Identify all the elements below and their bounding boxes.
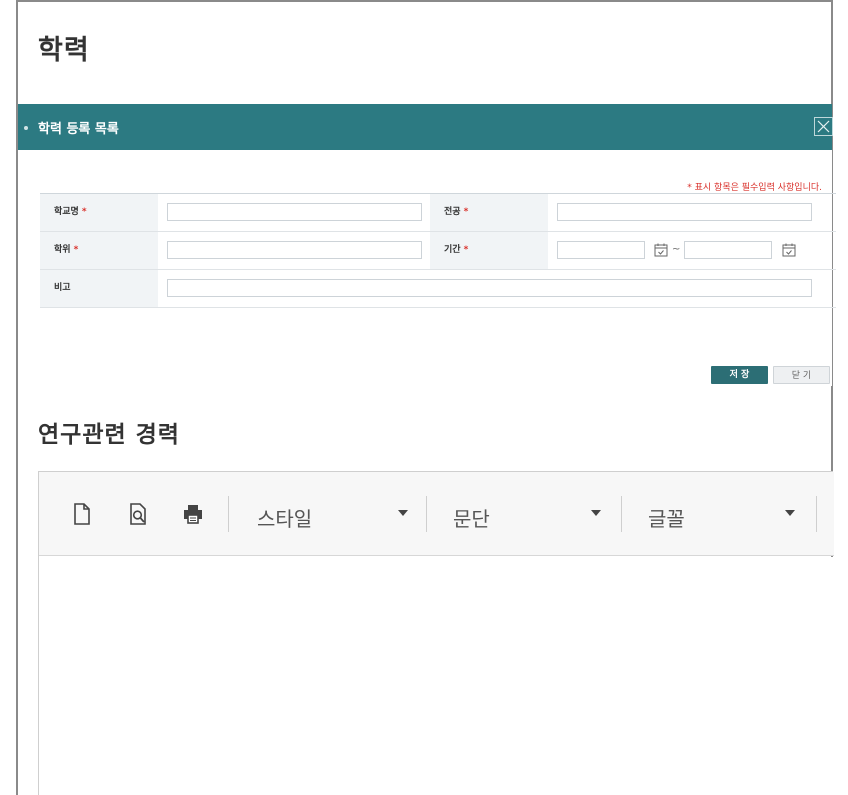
font-dropdown[interactable]: 글꼴 xyxy=(648,503,685,532)
toolbar-separator xyxy=(621,496,622,532)
period-label: 기간 * xyxy=(430,232,548,269)
paragraph-dropdown[interactable]: 문단 xyxy=(453,503,490,532)
bullet-icon xyxy=(24,126,28,130)
required-mark: * xyxy=(463,207,469,217)
close-button[interactable]: 닫 기 xyxy=(773,366,830,384)
rich-text-editor: 스타일 문단 글꼴 xyxy=(38,471,834,795)
school-label-text: 학교명 xyxy=(54,207,79,217)
remarks-label: 비고 xyxy=(40,270,158,307)
remarks-label-text: 비고 xyxy=(54,283,71,293)
school-label: 학교명 * xyxy=(40,194,158,231)
preview-icon[interactable] xyxy=(127,502,149,526)
major-input[interactable] xyxy=(557,203,812,221)
period-start-input[interactable] xyxy=(557,241,645,259)
form-row-remarks: 비고 xyxy=(40,270,836,308)
period-separator: ~ xyxy=(672,244,681,255)
period-end-input[interactable] xyxy=(684,241,772,259)
degree-label: 학위 * xyxy=(40,232,158,269)
modal-body: * 표시 항목은 필수입력 사항입니다. 학교명 * 전공 * 학위 * 기간 * xyxy=(18,150,836,386)
degree-input[interactable] xyxy=(167,241,422,259)
page-title: 학력 xyxy=(38,35,90,66)
editor-content-area[interactable] xyxy=(39,557,834,795)
modal-header: 학력 등록 목록 xyxy=(18,104,833,150)
form-row-degree: 학위 * 기간 * ~ xyxy=(40,232,836,270)
editor-toolbar: 스타일 문단 글꼴 xyxy=(39,472,834,556)
modal-title: 학력 등록 목록 xyxy=(38,122,119,137)
chevron-down-icon[interactable] xyxy=(591,510,601,516)
new-document-icon[interactable] xyxy=(71,502,93,526)
save-button[interactable]: 저 장 xyxy=(711,366,768,384)
toolbar-separator xyxy=(228,496,229,532)
toolbar-separator xyxy=(816,496,817,532)
school-name-input[interactable] xyxy=(167,203,422,221)
major-label-text: 전공 xyxy=(444,207,461,217)
chevron-down-icon[interactable] xyxy=(785,510,795,516)
toolbar-separator xyxy=(426,496,427,532)
required-mark: * xyxy=(463,245,469,255)
required-mark: * xyxy=(73,245,79,255)
education-form: 학교명 * 전공 * 학위 * 기간 * ~ 비고 xyxy=(40,193,836,308)
degree-label-text: 학위 xyxy=(54,245,71,255)
required-note: * 표시 항목은 필수입력 사항입니다. xyxy=(687,183,822,193)
calendar-icon[interactable] xyxy=(653,242,669,258)
style-dropdown[interactable]: 스타일 xyxy=(257,503,312,532)
remarks-input[interactable] xyxy=(167,279,812,297)
form-row-school: 학교명 * 전공 * xyxy=(40,194,836,232)
required-mark: * xyxy=(81,207,87,217)
calendar-icon[interactable] xyxy=(781,242,797,258)
print-icon[interactable] xyxy=(182,502,204,526)
period-label-text: 기간 xyxy=(444,245,461,255)
chevron-down-icon[interactable] xyxy=(398,510,408,516)
major-label: 전공 * xyxy=(430,194,548,231)
section-title-research: 연구관련 경력 xyxy=(38,422,180,448)
close-icon[interactable] xyxy=(814,117,833,136)
